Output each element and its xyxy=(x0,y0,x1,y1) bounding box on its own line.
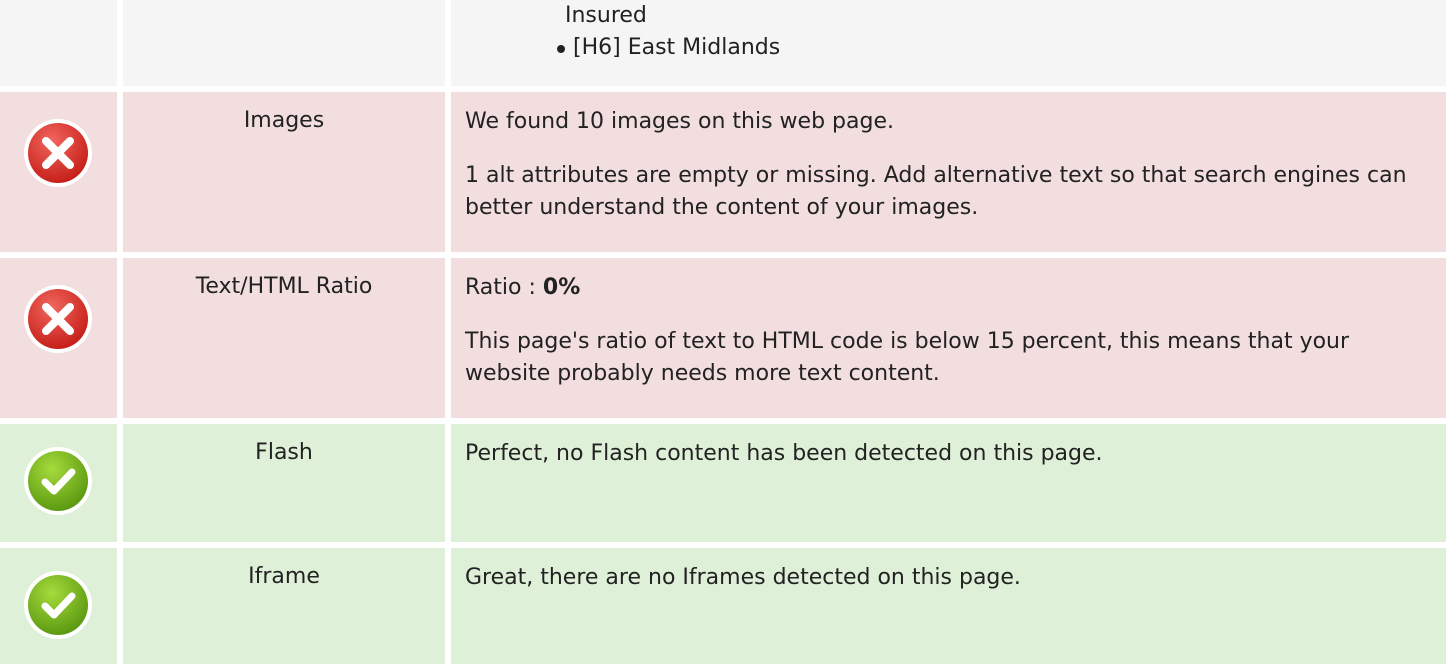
checkmark-icon xyxy=(24,571,92,639)
label-cell: Text/HTML Ratio xyxy=(123,258,445,418)
check-label: Flash xyxy=(255,440,313,465)
error-x-icon xyxy=(24,285,92,353)
check-row-iframe: Iframe Great, there are no Iframes detec… xyxy=(0,548,1446,664)
check-label: Images xyxy=(243,108,325,133)
ratio-line: Ratio : 0% xyxy=(465,272,1432,304)
ratio-description: This page's ratio of text to HTML code i… xyxy=(465,329,1350,386)
images-alt-text: 1 alt attributes are empty or missing. A… xyxy=(465,163,1407,220)
content-cell: Great, there are no Iframes detected on … xyxy=(451,548,1446,664)
ratio-value: 0% xyxy=(542,275,581,300)
check-label: Iframe xyxy=(248,564,320,589)
label-cell: Flash xyxy=(123,424,445,542)
label-cell: Iframe xyxy=(123,548,445,664)
headings-continuation-content: Insured [H6] East Midlands xyxy=(451,0,1446,86)
headings-continuation-row: Insured [H6] East Midlands xyxy=(0,0,1446,86)
checkmark-icon xyxy=(24,447,92,515)
images-count-text: We found 10 images on this web page. xyxy=(465,109,894,134)
label-cell: Images xyxy=(123,92,445,252)
ratio-prefix: Ratio : xyxy=(465,275,543,300)
status-cell xyxy=(0,548,117,664)
label-cell-empty xyxy=(123,0,445,86)
status-cell xyxy=(0,258,117,418)
status-cell xyxy=(0,92,117,252)
error-x-icon xyxy=(24,119,92,187)
check-label: Text/HTML Ratio xyxy=(195,274,373,299)
content-cell: Perfect, no Flash content has been detec… xyxy=(451,424,1446,542)
content-cell: We found 10 images on this web page. 1 a… xyxy=(451,92,1446,252)
status-cell-empty xyxy=(0,0,117,86)
flash-result-text: Perfect, no Flash content has been detec… xyxy=(465,441,1103,466)
check-row-images: Images We found 10 images on this web pa… xyxy=(0,92,1446,252)
check-row-text-html-ratio: Text/HTML Ratio Ratio : 0% This page's r… xyxy=(0,258,1446,418)
seo-report: Insured [H6] East Midlands Images We fou… xyxy=(0,0,1446,664)
status-cell xyxy=(0,424,117,542)
iframe-result-text: Great, there are no Iframes detected on … xyxy=(465,565,1021,590)
heading-text-tail: Insured xyxy=(565,3,647,28)
heading-list-item: [H6] East Midlands xyxy=(557,32,1432,64)
headings-list: [H6] East Midlands xyxy=(465,32,1432,64)
check-row-flash: Flash Perfect, no Flash content has been… xyxy=(0,424,1446,542)
content-cell: Ratio : 0% This page's ratio of text to … xyxy=(451,258,1446,418)
